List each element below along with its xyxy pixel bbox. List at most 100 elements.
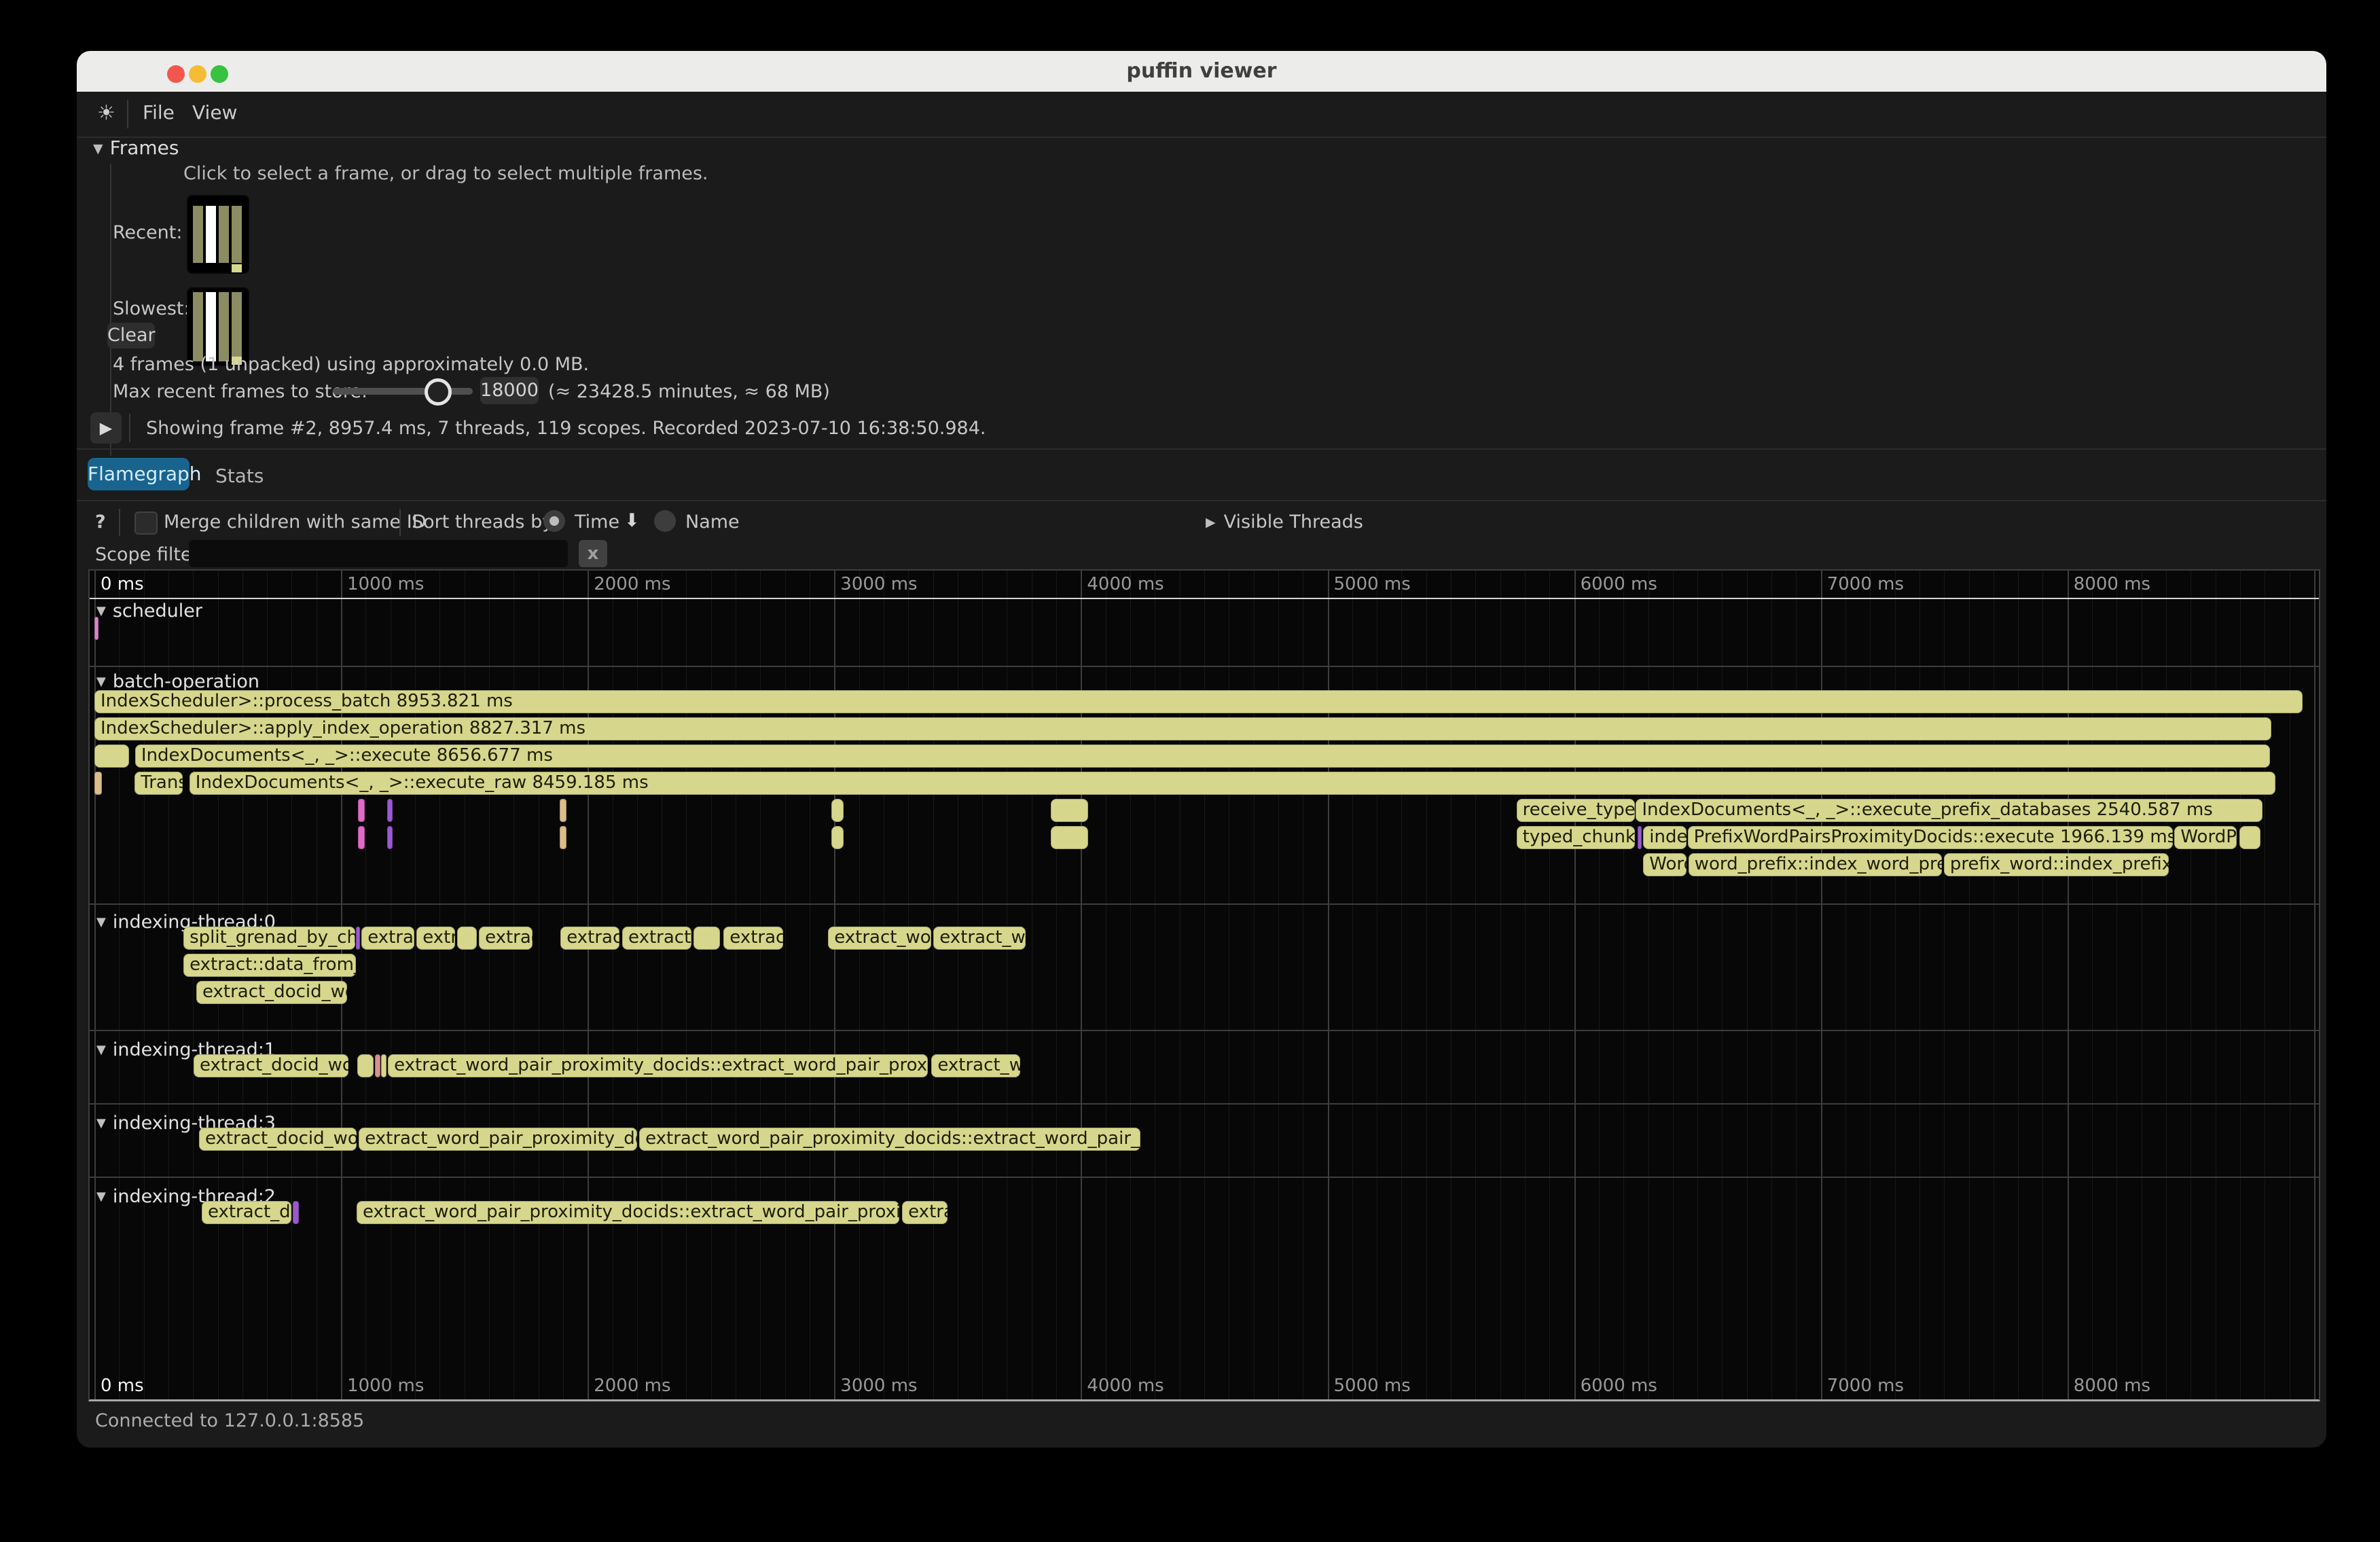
scope-bar[interactable]: extract_word_pair_proximity_docids::extr… bbox=[388, 1054, 928, 1077]
scope-bar[interactable] bbox=[94, 745, 129, 768]
frame-thumb-bar[interactable] bbox=[193, 206, 203, 263]
scope-bar[interactable]: IndexDocuments<_, _>::execute_prefix_dat… bbox=[1636, 799, 2262, 822]
scope-bar[interactable]: extract_ bbox=[560, 927, 619, 950]
menu-view[interactable]: View bbox=[192, 101, 237, 124]
scope-bar[interactable] bbox=[1051, 799, 1088, 822]
scope-bar[interactable]: extract_word_pair_proximity_docids::extr… bbox=[357, 1201, 899, 1224]
merge-children-label[interactable]: Merge children with same ID bbox=[164, 512, 427, 533]
scope-bar[interactable]: extract_word bbox=[828, 927, 931, 950]
sort-time-radio[interactable] bbox=[543, 510, 565, 532]
scope-bar[interactable] bbox=[560, 799, 566, 822]
scope-bar[interactable]: extract_wo bbox=[931, 1054, 1020, 1077]
max-frames-slider[interactable] bbox=[333, 388, 473, 395]
scope-bar[interactable]: extrac bbox=[479, 927, 533, 950]
menu-file[interactable]: File bbox=[143, 101, 175, 124]
time-tick-label: 1000 ms bbox=[347, 1376, 424, 1396]
sort-name-label[interactable]: Name bbox=[685, 512, 740, 533]
scope-bar[interactable] bbox=[357, 1054, 374, 1077]
thread-section-separator bbox=[90, 1103, 2319, 1105]
frame-thumb-bar[interactable] bbox=[232, 292, 242, 361]
scope-bar[interactable] bbox=[457, 927, 477, 950]
recent-frames-thumbnail[interactable] bbox=[187, 195, 249, 274]
scope-bar[interactable]: Trans bbox=[134, 772, 183, 795]
scope-bar[interactable] bbox=[358, 826, 365, 849]
scope-bar[interactable]: prefix_word::index_prefix_wo bbox=[1944, 853, 2169, 876]
visible-threads-label: Visible Threads bbox=[1224, 512, 1363, 533]
scope-bar[interactable] bbox=[831, 826, 844, 849]
scope-bar[interactable] bbox=[2239, 826, 2261, 849]
scope-bar[interactable]: extract_doc bbox=[202, 1201, 291, 1224]
scope-bar[interactable]: extrac bbox=[902, 1201, 948, 1224]
scope-bar[interactable] bbox=[358, 799, 365, 822]
scope-bar[interactable]: index bbox=[1643, 826, 1687, 849]
thread-header[interactable]: ▼batch-operation bbox=[96, 671, 259, 692]
scope-bar[interactable]: receive_typed_ bbox=[1517, 799, 1635, 822]
play-pause-button[interactable]: ▶ bbox=[90, 412, 122, 444]
scope-bar[interactable]: IndexDocuments<_, _>::execute 8656.677 m… bbox=[135, 745, 2270, 768]
scope-bar[interactable] bbox=[375, 1054, 380, 1077]
scope-bar[interactable] bbox=[94, 617, 98, 640]
scope-bar[interactable]: extract_ bbox=[622, 927, 691, 950]
frame-thumb-bar-selected[interactable] bbox=[206, 292, 216, 361]
clear-slowest-button[interactable]: Clear bbox=[107, 323, 155, 348]
scope-bar[interactable] bbox=[387, 799, 393, 822]
time-tick-label: 4000 ms bbox=[1087, 1376, 1164, 1396]
scope-bar[interactable] bbox=[560, 826, 566, 849]
frame-thumb-bar[interactable] bbox=[219, 292, 229, 361]
tab-stats[interactable]: Stats bbox=[215, 465, 264, 487]
scope-bar[interactable]: extract bbox=[723, 927, 783, 950]
scope-bar[interactable]: IndexScheduler>::apply_index_operation 8… bbox=[94, 717, 2271, 740]
controls-divider bbox=[119, 509, 120, 536]
frame-thumb-bar[interactable] bbox=[219, 206, 229, 263]
title-bar[interactable]: puffin viewer bbox=[77, 51, 2326, 92]
sort-direction-arrow-icon[interactable]: ⬇ bbox=[624, 510, 640, 531]
scope-bar[interactable]: extract_wo bbox=[933, 927, 1026, 950]
max-frames-value[interactable]: 18000 bbox=[480, 377, 539, 404]
sort-name-radio[interactable] bbox=[654, 510, 676, 532]
scope-bar[interactable]: extra bbox=[416, 927, 455, 950]
frame-thumb-bar[interactable] bbox=[232, 206, 242, 263]
scope-bar[interactable]: word_prefix::index_word_prefix_ bbox=[1689, 853, 1942, 876]
max-frames-slider-knob[interactable] bbox=[425, 378, 452, 406]
scope-filter-clear-button[interactable]: x bbox=[579, 540, 607, 567]
scope-bar[interactable] bbox=[293, 1201, 299, 1224]
scope-bar[interactable]: WordPr bbox=[2174, 826, 2236, 849]
scope-bar[interactable]: split_grenad_by_chun bbox=[183, 927, 355, 950]
scope-bar[interactable] bbox=[1638, 826, 1642, 849]
thread-section-separator bbox=[90, 666, 2319, 667]
flamegraph-canvas[interactable]: 0 ms0 ms1000 ms1000 ms2000 ms2000 ms3000… bbox=[88, 569, 2320, 1401]
scope-bar[interactable]: extract bbox=[361, 927, 414, 950]
thread-header[interactable]: ▼scheduler bbox=[96, 600, 202, 622]
scope-bar[interactable]: extract::data_from_ob bbox=[183, 954, 356, 977]
scope-bar[interactable] bbox=[381, 1054, 386, 1077]
scope-bar[interactable]: typed_chunk::w bbox=[1517, 826, 1635, 849]
frame-thumb-bar[interactable] bbox=[193, 292, 203, 361]
merge-children-checkbox[interactable] bbox=[134, 512, 158, 535]
scope-bar[interactable] bbox=[94, 772, 102, 795]
scope-bar[interactable]: extract_docid_word bbox=[196, 981, 347, 1004]
scope-bar[interactable] bbox=[1051, 826, 1088, 849]
frames-section-header[interactable]: ▼Frames bbox=[93, 137, 179, 159]
collapse-triangle-icon: ▼ bbox=[96, 1189, 106, 1204]
scope-bar[interactable]: extract_word_pair_proximity_docids::extr… bbox=[639, 1128, 1140, 1151]
theme-toggle-icon[interactable]: ☀ bbox=[97, 101, 115, 125]
frame-thumb-bar-selected[interactable] bbox=[206, 206, 216, 263]
scope-bar[interactable] bbox=[356, 927, 360, 950]
tab-flamegraph[interactable]: Flamegraph bbox=[88, 458, 190, 490]
scope-bar[interactable]: extract_docid_word bbox=[194, 1054, 348, 1077]
scope-bar[interactable]: IndexScheduler>::process_batch 8953.821 … bbox=[94, 690, 2303, 713]
scope-bar[interactable] bbox=[693, 927, 720, 950]
sort-time-label[interactable]: Time bbox=[575, 512, 619, 533]
scope-bar[interactable] bbox=[387, 826, 393, 849]
scope-bar[interactable]: PrefixWordPairsProximityDocids::execute … bbox=[1688, 826, 2173, 849]
help-button[interactable]: ? bbox=[95, 512, 106, 533]
scope-bar[interactable]: IndexDocuments<_, _>::execute_raw 8459.1… bbox=[190, 772, 2276, 795]
scope-bar[interactable]: extract_word_pair_proximity_docids bbox=[359, 1128, 637, 1151]
visible-threads-toggle[interactable]: ▶Visible Threads bbox=[1206, 512, 1363, 533]
scope-filter-input[interactable] bbox=[189, 540, 568, 567]
scope-bar[interactable]: Word bbox=[1643, 853, 1687, 876]
scope-bar[interactable] bbox=[831, 799, 844, 822]
scope-bar[interactable]: extract_docid_word bbox=[199, 1128, 357, 1151]
thread-section-separator bbox=[90, 903, 2319, 905]
controls-divider bbox=[399, 509, 401, 536]
